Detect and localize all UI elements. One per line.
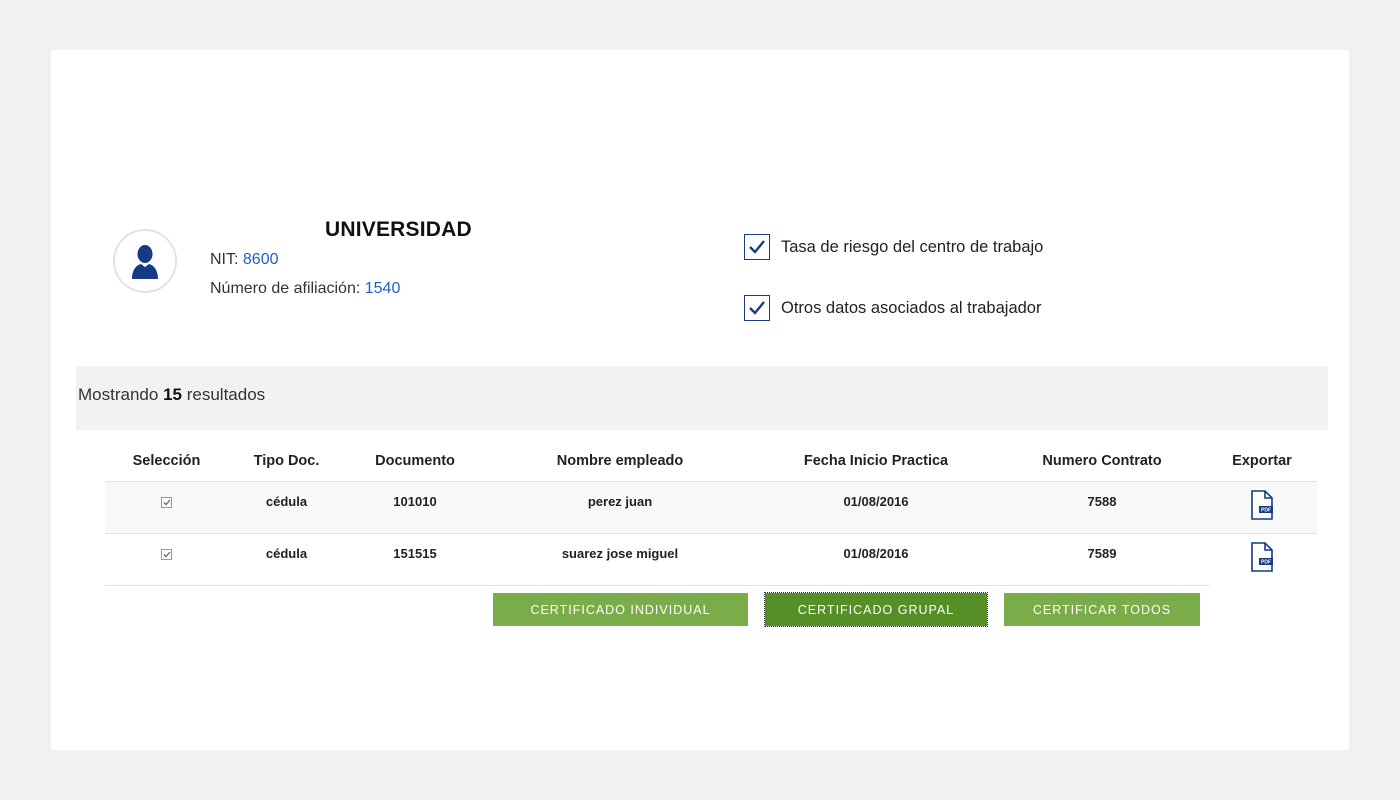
results-suffix: resultados (186, 385, 266, 404)
cell-nombre: perez juan (587, 494, 653, 509)
cell-contrato: 7588 (1087, 494, 1117, 509)
pdf-icon[interactable]: PDF (1249, 542, 1275, 572)
cell-contrato: 7589 (1087, 546, 1117, 561)
table-row: cédula 151515 suarez jose miguel 01/08/2… (105, 534, 1273, 586)
header-documento: Documento (375, 452, 455, 469)
avatar (113, 229, 177, 293)
affiliation-label: Número de afiliación: (210, 280, 361, 297)
pdf-icon[interactable]: PDF (1249, 490, 1275, 520)
table-row: cédula 101010 perez juan 01/08/2016 7588… (105, 482, 1317, 534)
checkmark-icon (163, 499, 170, 506)
cell-documento: 151515 (393, 546, 437, 561)
results-count: 15 (163, 385, 182, 404)
results-prefix: Mostrando (78, 385, 159, 404)
checkmark-icon (749, 240, 765, 254)
checkmark-icon (749, 301, 765, 315)
cell-tipo: cédula (265, 494, 308, 509)
checkmark-icon (163, 551, 170, 558)
user-icon (132, 245, 158, 279)
header-contrato: Numero Contrato (1042, 452, 1162, 469)
nit-value: 8600 (242, 251, 279, 268)
certificar-todos-button[interactable]: CERTIFICAR TODOS (1004, 593, 1200, 626)
affiliation-line: Número de afiliación: 1540 (210, 280, 400, 298)
cell-documento: 101010 (393, 494, 437, 509)
company-name: UNIVERSIDAD (325, 218, 472, 241)
certificado-individual-button[interactable]: CERTIFICADO INDIVIDUAL (493, 593, 748, 626)
svg-text:PDF: PDF (1261, 560, 1271, 566)
svg-text:PDF: PDF (1261, 508, 1271, 514)
other-data-label: Otros datos asociados al trabajador (781, 298, 1042, 317)
risk-rate-label: Tasa de riesgo del centro de trabajo (781, 237, 1044, 256)
table-header: Selección Tipo Doc. Documento Nombre emp… (105, 440, 1317, 482)
cell-tipo: cédula (265, 546, 308, 561)
row-select-checkbox[interactable] (161, 549, 172, 560)
cell-nombre: suarez jose miguel (561, 546, 679, 561)
row-select-checkbox[interactable] (161, 497, 172, 508)
header-nombre: Nombre empleado (556, 452, 684, 469)
header-exportar: Exportar (1232, 452, 1292, 469)
cell-fecha: 01/08/2016 (843, 546, 909, 561)
other-data-checkbox[interactable] (744, 295, 770, 321)
affiliation-value: 1540 (364, 280, 401, 297)
option-risk-rate: Tasa de riesgo del centro de trabajo (744, 234, 1043, 260)
main-card: UNIVERSIDAD NIT: 8600 Número de afiliaci… (51, 50, 1349, 750)
nit-line: NIT: 8600 (210, 251, 279, 269)
employees-table: Selección Tipo Doc. Documento Nombre emp… (105, 440, 1317, 586)
certificado-grupal-button[interactable]: CERTIFICADO GRUPAL (764, 592, 988, 627)
header-tipo-doc: Tipo Doc. (253, 452, 320, 469)
option-other-data: Otros datos asociados al trabajador (744, 295, 1041, 321)
results-count-text: Mostrando 15 resultados (78, 385, 265, 405)
results-bar: Mostrando 15 resultados (76, 366, 1328, 430)
header-fecha: Fecha Inicio Practica (803, 452, 949, 469)
nit-label: NIT: (210, 251, 239, 268)
header-seleccion: Selección (132, 452, 201, 469)
cell-fecha: 01/08/2016 (843, 494, 909, 509)
risk-rate-checkbox[interactable] (744, 234, 770, 260)
